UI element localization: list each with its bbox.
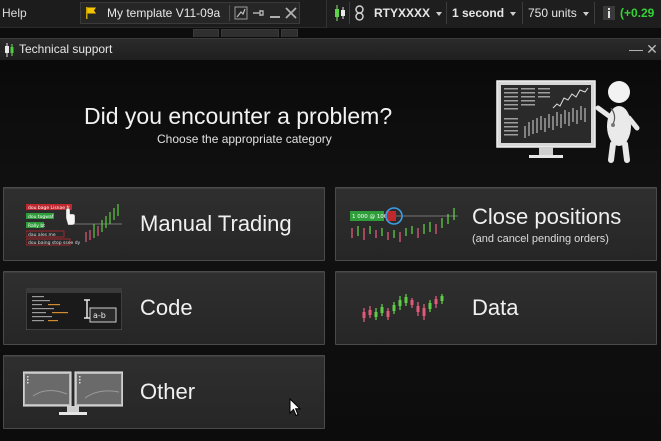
question-subtitle: Choose the appropriate category	[157, 132, 332, 146]
category-data[interactable]: Data	[335, 271, 657, 345]
app-toolbar: Help My template V11-09a RTYXXXX 1 secon…	[0, 0, 661, 28]
dialog-body: Did you encounter a problem? Choose the …	[0, 60, 661, 441]
svg-text:dou baing stop ssee dy: dou baing stop ssee dy	[28, 240, 81, 246]
category-label: Other	[140, 379, 196, 404]
category-label: Close positions	[472, 204, 622, 229]
candlestick-icon[interactable]	[333, 4, 347, 22]
manual-trading-thumbnail: dou bage Lisnae fr dou togwaf Rally bt d…	[26, 204, 122, 246]
link-icon[interactable]	[354, 5, 365, 21]
minimize-icon[interactable]	[268, 6, 282, 20]
toolbar-button[interactable]	[193, 29, 219, 37]
separator	[229, 5, 230, 21]
dialog-title: Technical support	[19, 42, 113, 56]
chevron-down-icon	[582, 11, 589, 16]
instrument-selector[interactable]: RTYXXXX	[368, 2, 447, 24]
support-illustration	[496, 80, 640, 163]
quantity-value: 750 units	[528, 6, 577, 20]
close-icon[interactable]	[284, 6, 298, 20]
quantity-selector[interactable]: 750 units	[523, 2, 595, 24]
toolbar-button[interactable]	[281, 29, 298, 37]
separator	[349, 2, 350, 24]
pin-icon[interactable]	[251, 6, 265, 20]
close-icon[interactable]: ✕	[645, 40, 659, 58]
template-name[interactable]: My template V11-09a	[107, 6, 220, 20]
category-other[interactable]: Other	[3, 355, 325, 429]
mouse-cursor-icon	[289, 398, 301, 417]
timeframe-value: 1 second	[452, 6, 505, 20]
candlestick-icon	[5, 43, 14, 57]
toolbar-button[interactable]	[221, 29, 279, 37]
instrument-panel: RTYXXXX 1 second 750 units (+0.29	[326, 0, 661, 28]
category-label: Manual Trading	[140, 211, 292, 236]
category-label: Data	[472, 295, 519, 320]
instrument-name: RTYXXXX	[374, 6, 431, 20]
svg-text:dau ales me: dau ales me	[28, 232, 56, 238]
category-code[interactable]: a-b Code	[3, 271, 325, 345]
category-label: Code	[140, 295, 193, 320]
svg-text:dou togwaf: dou togwaf	[28, 214, 54, 220]
code-thumbnail: a-b	[26, 288, 122, 330]
timeframe-selector[interactable]: 1 second	[447, 2, 523, 24]
help-menu[interactable]: Help	[2, 6, 27, 20]
category-sublabel: (and cancel pending orders)	[472, 233, 609, 245]
info-icon[interactable]	[603, 6, 615, 20]
category-manual-trading[interactable]: dou bage Lisnae fr dou togwaf Rally bt d…	[3, 187, 325, 261]
data-thumbnail	[362, 294, 444, 322]
other-thumbnail	[23, 371, 123, 415]
svg-text:Rally bt: Rally bt	[28, 223, 45, 229]
edit-chart-icon[interactable]	[234, 6, 248, 20]
chevron-down-icon	[436, 11, 443, 16]
minimize-icon[interactable]: —	[629, 40, 643, 58]
chevron-down-icon	[510, 11, 517, 16]
category-close-positions[interactable]: 1 000 @ 100.3 Close positions (and cance…	[335, 187, 657, 261]
template-panel: My template V11-09a	[80, 2, 300, 24]
flag-icon[interactable]	[84, 6, 98, 20]
question-heading: Did you encounter a problem?	[84, 103, 393, 129]
svg-text:a-b: a-b	[93, 311, 106, 320]
close-positions-thumbnail: 1 000 @ 100.3	[350, 207, 458, 242]
svg-text:dou bage Lisnae fr: dou bage Lisnae fr	[28, 205, 70, 211]
dialog-titlebar: Technical support — ✕	[0, 38, 661, 60]
chart-toolbar-stub	[190, 29, 300, 37]
change-percent: (+0.29	[620, 6, 655, 20]
